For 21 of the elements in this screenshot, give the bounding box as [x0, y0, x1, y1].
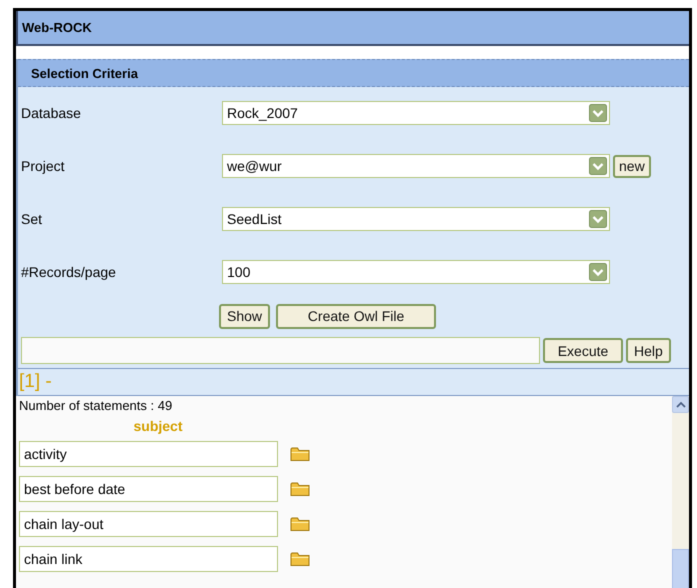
app-title: Web-ROCK	[16, 11, 689, 46]
dropdown[interactable]: we@wur	[222, 154, 610, 178]
column-header: subject	[132, 418, 184, 436]
action-button[interactable]: Create Owl File	[276, 304, 436, 328]
dropdown[interactable]: 100	[222, 260, 610, 284]
field-label: Set	[20, 211, 44, 227]
field-label: Database	[20, 105, 82, 121]
subject-field[interactable]: chain lay-out	[19, 510, 278, 536]
field-label: Project	[20, 158, 66, 174]
subject-field[interactable]: activity	[19, 440, 278, 466]
subject-field[interactable]: chain link	[19, 546, 278, 572]
action-button[interactable]: Show	[219, 304, 270, 328]
query-button[interactable]: Help	[626, 338, 671, 363]
field-label: #Records/page	[20, 264, 117, 280]
section-title: Selection Criteria	[18, 59, 689, 87]
new-button[interactable]: new	[613, 154, 651, 178]
statement-count: Number of statements : 49	[19, 397, 174, 415]
dropdown[interactable]: Rock_2007	[222, 101, 610, 125]
dropdown[interactable]: SeedList	[222, 207, 610, 231]
subject-field[interactable]: best before date	[19, 476, 278, 502]
query-button[interactable]: Execute	[543, 338, 623, 363]
